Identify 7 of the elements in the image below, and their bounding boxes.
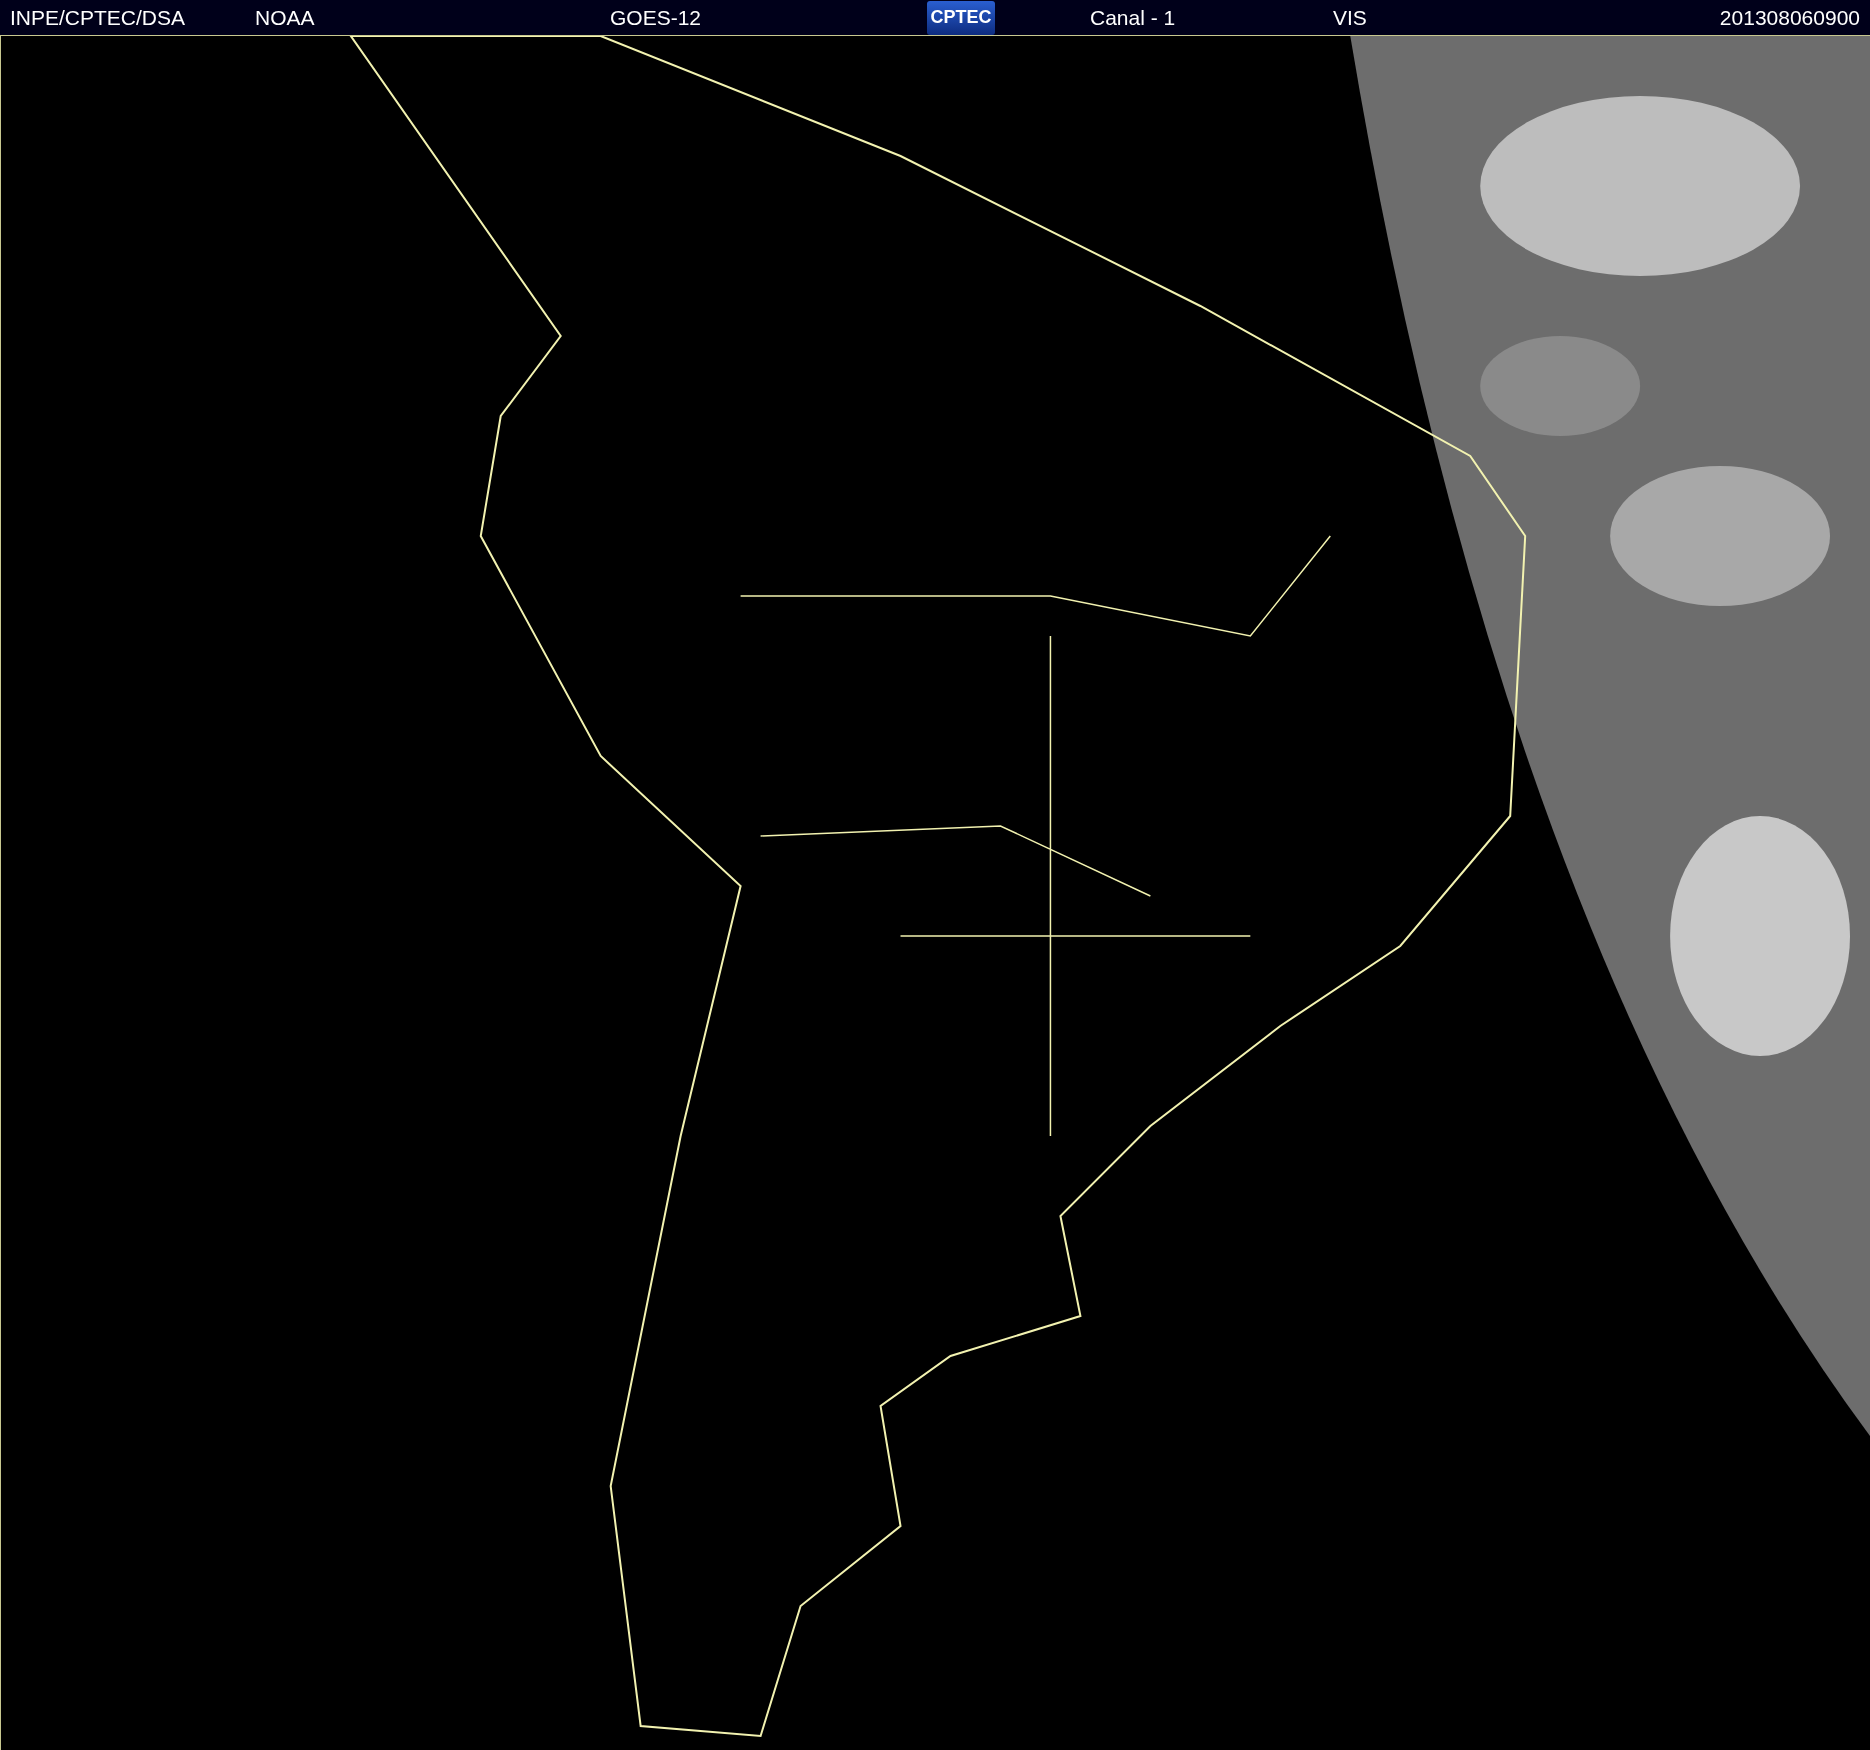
agency-label: NOAA — [255, 5, 316, 30]
source-label: INPE/CPTEC/DSA — [10, 5, 187, 30]
band-label: VIS — [1333, 5, 1367, 30]
logo: CPTEC — [927, 0, 995, 35]
satellite-label: GOES-12 — [610, 5, 703, 30]
channel-label: Canal - 1 — [1090, 5, 1177, 30]
timestamp-label: 201308060900 — [1719, 5, 1860, 30]
